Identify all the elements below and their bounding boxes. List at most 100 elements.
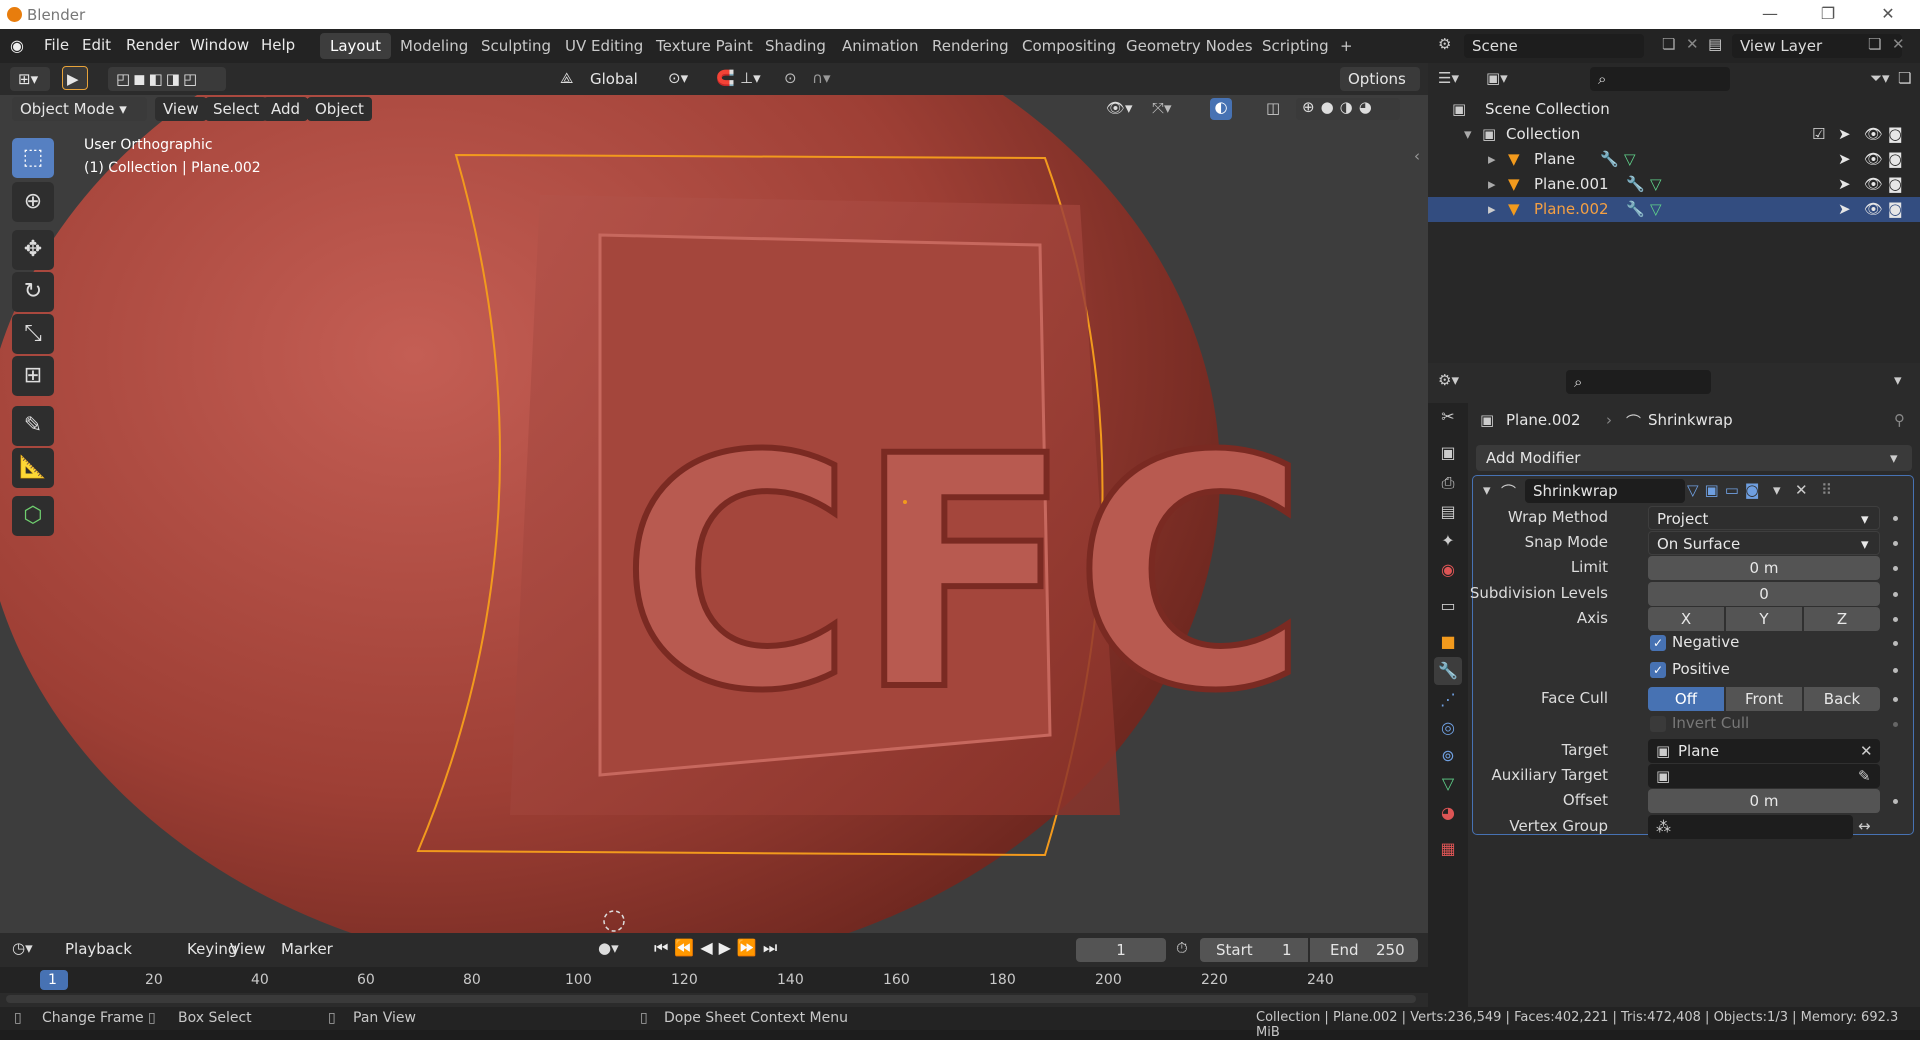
close-icon[interactable]: ✕ <box>1868 4 1908 23</box>
properties-options-icon[interactable]: ▾ <box>1894 371 1902 389</box>
keyframe-dot-icon[interactable] <box>1893 668 1898 673</box>
expand-icon[interactable]: ▾ <box>1464 122 1472 147</box>
modifier-tab-icon[interactable]: 🔧 <box>1434 657 1462 685</box>
expand-icon[interactable]: ▸ <box>1488 172 1496 197</box>
exclude-checkbox-icon[interactable]: ☑ <box>1812 122 1825 147</box>
overlays-icon[interactable]: ◐ <box>1210 98 1232 120</box>
outliner-search-input[interactable]: ⌕ <box>1590 67 1730 91</box>
camera-icon[interactable]: ◙ <box>1888 122 1903 147</box>
record-icon[interactable]: ●▾ <box>598 939 619 957</box>
minimize-icon[interactable]: — <box>1750 4 1790 23</box>
invert-vertex-group-icon[interactable]: ↔ <box>1858 817 1871 835</box>
negative-checkbox[interactable]: ✓ <box>1650 635 1666 651</box>
selectable-icon[interactable]: ➤ <box>1838 122 1851 147</box>
cursor-tool-icon[interactable]: ⊕ <box>12 182 54 222</box>
face-cull-off-toggle[interactable]: Off <box>1648 687 1724 711</box>
menu-help[interactable]: Help <box>261 36 295 54</box>
remove-scene-icon[interactable]: ✕ <box>1686 35 1699 53</box>
tab-rendering[interactable]: Rendering <box>922 33 1019 59</box>
eyedropper-icon[interactable]: ✎ <box>1858 764 1871 788</box>
modifier-dropdown-icon[interactable]: ▾ <box>1773 481 1781 499</box>
keyframe-dot-icon[interactable] <box>1893 641 1898 646</box>
maximize-icon[interactable]: ❐ <box>1808 4 1848 23</box>
subdivision-levels-field[interactable]: 0 <box>1648 582 1880 606</box>
menu-add[interactable]: Add <box>263 97 309 121</box>
scene-name-field[interactable]: Scene <box>1464 34 1644 58</box>
vertex-group-field[interactable]: ⁂ <box>1648 815 1853 839</box>
timeline-scrollbar[interactable] <box>6 995 1416 1003</box>
menu-view[interactable]: View <box>230 940 266 958</box>
snap-icon[interactable]: 🧲 <box>716 69 735 87</box>
auxiliary-target-field[interactable]: ▣ ✎ <box>1648 764 1880 788</box>
keyframe-dot-icon[interactable] <box>1893 722 1898 727</box>
tab-uv-editing[interactable]: UV Editing <box>555 33 653 59</box>
expand-icon[interactable]: ▸ <box>1488 147 1496 172</box>
selection-mode-icons[interactable]: ◰◼◧◨◰ <box>108 67 226 91</box>
add-cube-tool-icon[interactable]: ⬡ <box>12 496 54 536</box>
face-cull-back-toggle[interactable]: Back <box>1804 687 1880 711</box>
pin-icon[interactable]: ⚲ <box>1894 411 1905 429</box>
blender-menu-icon[interactable]: ◉ <box>10 36 32 56</box>
move-tool-icon[interactable]: ✥ <box>12 230 54 270</box>
new-scene-icon[interactable]: ❏ <box>1662 35 1675 53</box>
add-modifier-button[interactable]: Add Modifier ▾ <box>1476 445 1912 471</box>
stopwatch-icon[interactable]: ⏱ <box>1176 939 1188 957</box>
collapse-icon[interactable]: ▾ <box>1483 481 1491 499</box>
new-view-layer-icon[interactable]: ❏ <box>1868 35 1881 53</box>
shading-modes-icons[interactable]: ⊕●◑◕ <box>1296 98 1400 120</box>
keyframe-dot-icon[interactable] <box>1893 541 1898 546</box>
keyframe-dot-icon[interactable] <box>1893 566 1898 571</box>
expand-icon[interactable]: ▸ <box>1488 197 1496 222</box>
modifier-wrench-icon[interactable]: 🔧 <box>1600 147 1619 172</box>
clear-icon[interactable]: ✕ <box>1860 739 1873 763</box>
face-cull-front-toggle[interactable]: Front <box>1726 687 1802 711</box>
eye-icon[interactable]: 👁 <box>1864 122 1883 147</box>
editor-type-icon[interactable]: ⊞▾ <box>10 67 50 91</box>
tab-geometry-nodes[interactable]: Geometry Nodes <box>1116 33 1263 59</box>
menu-render[interactable]: Render <box>126 36 179 54</box>
3d-viewport[interactable]: CFC Object Mode ▾ View Select Add Object… <box>0 95 1428 933</box>
tool-tab-icon[interactable]: ✂ <box>1434 403 1462 431</box>
mesh-data-icon[interactable]: ▽ <box>1650 172 1662 197</box>
gizmo-icon[interactable]: ⤧▾ <box>1152 99 1172 117</box>
snap-target-icon[interactable]: ⊥▾ <box>740 69 761 87</box>
add-workspace-button[interactable]: + <box>1330 33 1363 59</box>
outliner-object-plane-001[interactable]: ▸ ▼ Plane.001 🔧 ▽ ➤ 👁 ◙ <box>1428 172 1920 197</box>
object-tab-icon[interactable]: ■ <box>1434 628 1462 656</box>
outliner-object-plane[interactable]: ▸ ▼ Plane 🔧 ▽ ➤ 👁 ◙ <box>1428 147 1920 172</box>
wrap-method-select[interactable]: Project ▾ <box>1648 506 1880 530</box>
axis-y-toggle[interactable]: Y <box>1726 607 1802 631</box>
sidebar-toggle-icon[interactable]: ‹ <box>1414 147 1420 165</box>
tab-animation[interactable]: Animation <box>832 33 928 59</box>
mesh-data-icon[interactable]: ▽ <box>1624 147 1636 172</box>
properties-editor-icon[interactable]: ⚙▾ <box>1438 371 1459 389</box>
positive-checkbox[interactable]: ✓ <box>1650 662 1666 678</box>
start-frame-field[interactable]: Start 1 <box>1200 938 1308 962</box>
modifier-wrench-icon[interactable]: 🔧 <box>1626 197 1645 222</box>
physics-tab-icon[interactable]: ◎ <box>1434 714 1462 742</box>
remove-view-layer-icon[interactable]: ✕ <box>1892 35 1905 53</box>
xray-icon[interactable]: ◫ <box>1266 99 1280 117</box>
target-field[interactable]: ▣ Plane ✕ <box>1648 739 1880 763</box>
mode-select[interactable]: Object Mode ▾ <box>12 97 147 121</box>
scale-tool-icon[interactable]: ⤡ <box>12 314 54 354</box>
camera-icon[interactable]: ◙ <box>1888 197 1903 222</box>
axis-z-toggle[interactable]: Z <box>1804 607 1880 631</box>
menu-view[interactable]: View <box>155 97 207 121</box>
eye-icon[interactable]: 👁 <box>1864 197 1883 222</box>
keyframe-dot-icon[interactable] <box>1893 516 1898 521</box>
invert-cull-checkbox[interactable] <box>1650 716 1666 732</box>
current-frame-field[interactable]: 1 <box>1076 938 1166 962</box>
limit-field[interactable]: 0 m <box>1648 556 1880 580</box>
keyframe-dot-icon[interactable] <box>1893 617 1898 622</box>
visibility-icon[interactable]: 👁▾ <box>1106 99 1133 117</box>
measure-tool-icon[interactable]: 📐 <box>12 448 54 488</box>
tab-shading[interactable]: Shading <box>755 33 836 59</box>
select-tool-icon[interactable]: ▶ <box>62 66 88 90</box>
keyframe-dot-icon[interactable] <box>1893 799 1898 804</box>
tab-sculpting[interactable]: Sculpting <box>471 33 561 59</box>
modifier-wrench-icon[interactable]: 🔧 <box>1626 172 1645 197</box>
selectable-icon[interactable]: ➤ <box>1838 172 1851 197</box>
tab-texture-paint[interactable]: Texture Paint <box>646 33 763 59</box>
menu-playback[interactable]: Playback <box>65 940 132 958</box>
